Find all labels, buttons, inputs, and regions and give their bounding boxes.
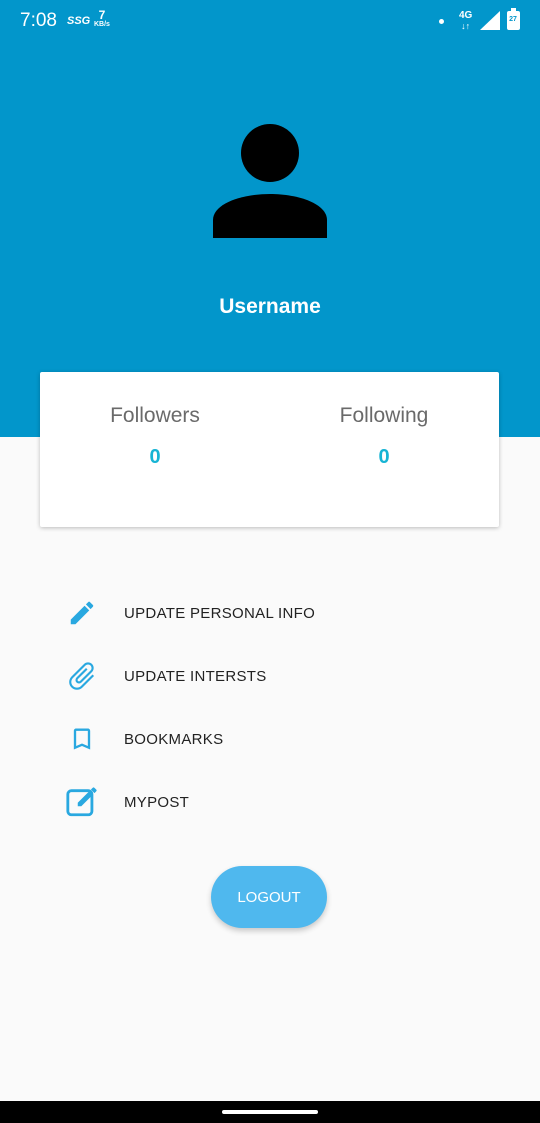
person-icon[interactable] [211, 122, 329, 240]
followers-label: Followers [110, 404, 200, 427]
status-time: 7:08 [20, 10, 57, 31]
data-arrows-icon: ↓↑ [461, 21, 471, 31]
followers-count: 0 [149, 446, 161, 468]
following-label: Following [339, 404, 429, 427]
status-bar: 7:08 SSG 7 KB/s 4G ↓↑ 27 [0, 0, 540, 44]
menu-item-update-personal-info[interactable]: UPDATE PERSONAL INFO [60, 588, 480, 638]
stats-card: Followers 0 Following 0 [40, 372, 499, 527]
followers-stat[interactable]: Followers 0 [40, 404, 270, 469]
menu-item-mypost[interactable]: MYPOST [60, 777, 480, 827]
menu-label-update-personal-info: UPDATE PERSONAL INFO [124, 604, 316, 622]
network-speed: 7 KB/s [94, 9, 110, 29]
carrier-icon: SSG [67, 15, 91, 27]
signal-icon [480, 11, 500, 30]
following-count: 0 [378, 446, 390, 468]
pencil-icon [60, 591, 104, 635]
menu-label-mypost: MYPOST [124, 793, 190, 811]
battery-level: 27 [509, 16, 517, 23]
battery-icon: 27 [507, 8, 520, 30]
network-type-label: 4G [459, 10, 473, 21]
paperclip-icon [60, 654, 104, 698]
network-type: 4G ↓↑ [459, 10, 473, 32]
menu-item-update-interests[interactable]: UPDATE INTERSTS [60, 651, 480, 701]
notification-dot-icon [439, 19, 444, 24]
edit-square-icon [60, 780, 104, 824]
following-stat[interactable]: Following 0 [269, 404, 499, 469]
system-nav-bar [0, 1101, 540, 1123]
menu-item-bookmarks[interactable]: BOOKMARKS [60, 714, 480, 764]
network-speed-unit: KB/s [94, 21, 110, 28]
home-gesture-handle[interactable] [222, 1110, 318, 1114]
menu-label-bookmarks: BOOKMARKS [124, 730, 224, 748]
username-label: Username [219, 295, 321, 318]
logout-button[interactable]: LOGOUT [211, 866, 327, 928]
network-speed-value: 7 [98, 8, 106, 22]
menu-label-update-interests: UPDATE INTERSTS [124, 667, 267, 685]
bookmark-icon [60, 717, 104, 761]
